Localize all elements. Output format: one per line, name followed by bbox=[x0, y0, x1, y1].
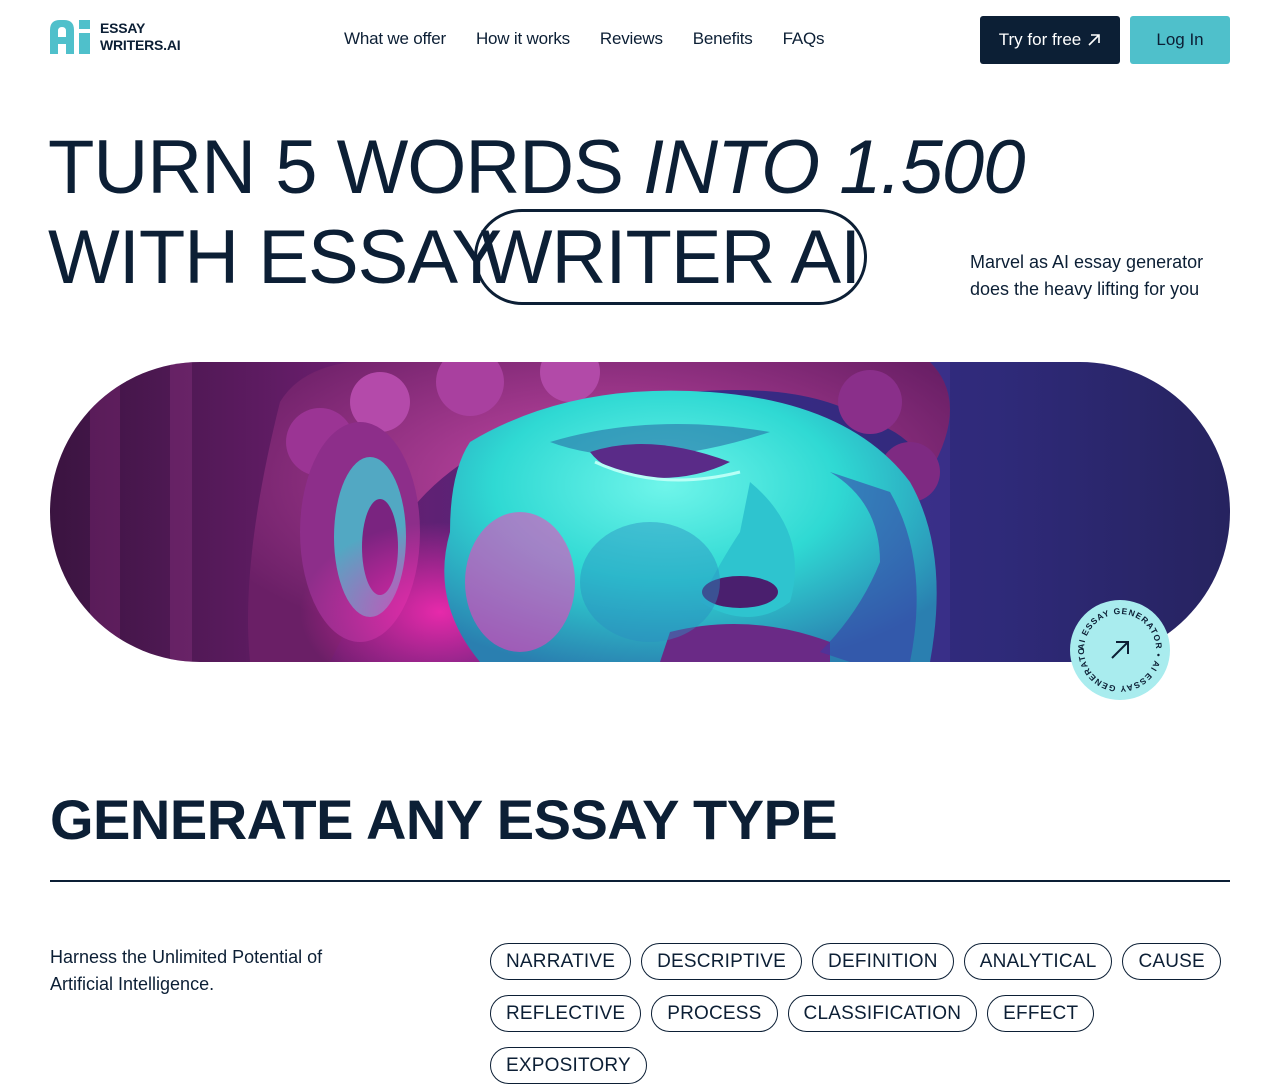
ai-essay-generator-badge[interactable]: AI ESSAY GENERATOR • AI ESSAY GENERATOR … bbox=[1070, 600, 1170, 700]
main-nav: What we offer How it works Reviews Benef… bbox=[344, 29, 825, 49]
hero-title-pill: WRITER AI bbox=[474, 209, 867, 305]
tag-analytical[interactable]: ANALYTICAL bbox=[963, 943, 1113, 980]
nav-what-we-offer[interactable]: What we offer bbox=[344, 29, 446, 49]
site-header: ESSAY WRITERS.AI What we offer How it wo… bbox=[0, 0, 1280, 80]
hero-subtitle: Marvel as AI essay generator does the he… bbox=[970, 252, 1204, 299]
try-for-free-label: Try for free bbox=[998, 30, 1082, 49]
hero-title-line-1: TURN 5 WORDS INTO 1.500 bbox=[48, 125, 1025, 210]
nav-benefits[interactable]: Benefits bbox=[693, 29, 753, 49]
tag-narrative[interactable]: NARRATIVE bbox=[490, 943, 632, 980]
hero-title-part-b: INTO 1.500 bbox=[643, 125, 1025, 210]
nav-reviews[interactable]: Reviews bbox=[600, 29, 663, 49]
essay-type-tags: NARRATIVE DESCRIPTIVE DEFINITION ANALYTI… bbox=[490, 943, 1240, 1084]
tag-reflective[interactable]: REFLECTIVE bbox=[490, 995, 642, 1032]
badge-arrow-icon bbox=[1111, 641, 1129, 659]
logo-line-2: WRITERS.AI bbox=[100, 37, 181, 53]
nav-how-it-works[interactable]: How it works bbox=[476, 29, 570, 49]
logo-ai-icon bbox=[50, 20, 90, 54]
tag-definition[interactable]: DEFINITION bbox=[812, 943, 954, 980]
section-divider bbox=[50, 880, 1230, 882]
badge-ring-text: AI ESSAY GENERATOR • AI ESSAY GENERATOR … bbox=[1070, 600, 1163, 694]
try-for-free-button[interactable]: Try for free bbox=[980, 16, 1120, 64]
arrow-up-right-icon bbox=[1088, 34, 1101, 46]
essay-types-title: GENERATE ANY ESSAY TYPE bbox=[50, 788, 838, 851]
tag-effect[interactable]: EFFECT bbox=[987, 995, 1095, 1032]
tag-process[interactable]: PROCESS bbox=[651, 995, 778, 1032]
tag-classification[interactable]: CLASSIFICATION bbox=[787, 995, 978, 1032]
circular-badge-text: AI ESSAY GENERATOR • AI ESSAY GENERATOR … bbox=[1070, 600, 1164, 694]
tag-expository[interactable]: EXPOSITORY bbox=[490, 1047, 647, 1084]
hero-title-part-a: TURN 5 WORDS bbox=[48, 125, 643, 210]
svg-text:AI ESSAY GENERATOR • AI ESSAY: AI ESSAY GENERATOR • AI ESSAY GENERATOR … bbox=[1070, 600, 1164, 694]
statue-head-illustration bbox=[50, 362, 1230, 662]
hero-banner-image bbox=[50, 362, 1230, 662]
site-logo[interactable]: ESSAY WRITERS.AI bbox=[50, 20, 181, 54]
log-in-button[interactable]: Log In bbox=[1130, 16, 1230, 64]
tag-descriptive[interactable]: DESCRIPTIVE bbox=[641, 943, 803, 980]
nav-faqs[interactable]: FAQs bbox=[783, 29, 825, 49]
logo-text: ESSAY WRITERS.AI bbox=[100, 20, 181, 54]
essay-types-subtitle: Harness the Unlimited Potential of Artif… bbox=[50, 947, 323, 994]
tag-cause[interactable]: CAUSE bbox=[1122, 943, 1221, 980]
hero-title-line-2: WITH ESSAY bbox=[48, 215, 502, 300]
logo-line-1: ESSAY bbox=[100, 20, 146, 36]
